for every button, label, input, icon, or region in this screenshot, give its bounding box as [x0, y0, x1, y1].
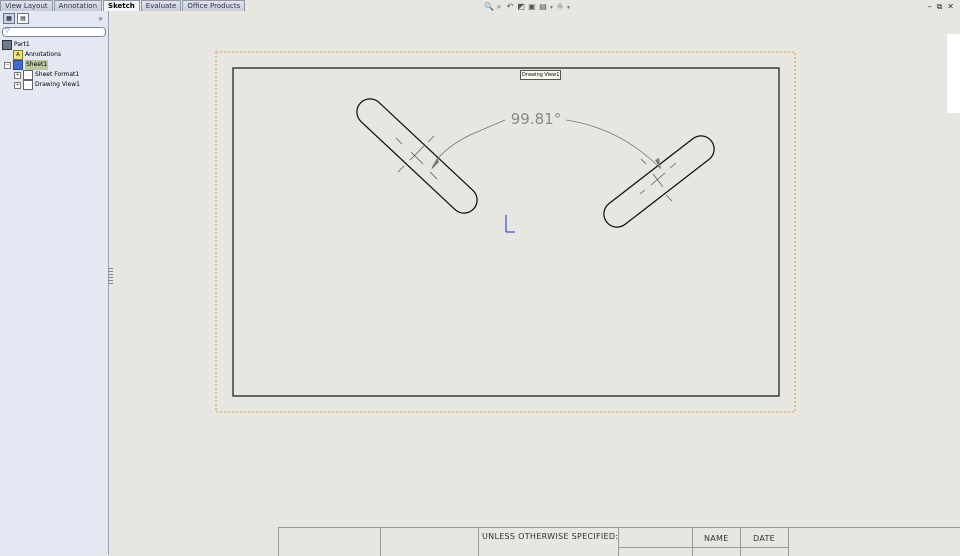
origin-icon	[505, 215, 515, 233]
title-block[interactable]: UNLESS OTHERWISE SPECIFIED: NAME DATE	[278, 527, 960, 556]
left-slot[interactable]	[356, 98, 478, 214]
dimension-arc-right	[565, 119, 661, 169]
drawing-view-tooltip: Drawing View1	[520, 70, 562, 80]
title-block-note: UNLESS OTHERWISE SPECIFIED:	[482, 532, 619, 541]
dimension-arc-left	[431, 119, 506, 169]
title-block-date-header: DATE	[753, 534, 776, 543]
angle-dimension[interactable]: 99.81°	[511, 110, 561, 128]
title-block-name-header: NAME	[704, 534, 729, 543]
drawing-canvas[interactable]: 99.81°	[0, 0, 960, 555]
